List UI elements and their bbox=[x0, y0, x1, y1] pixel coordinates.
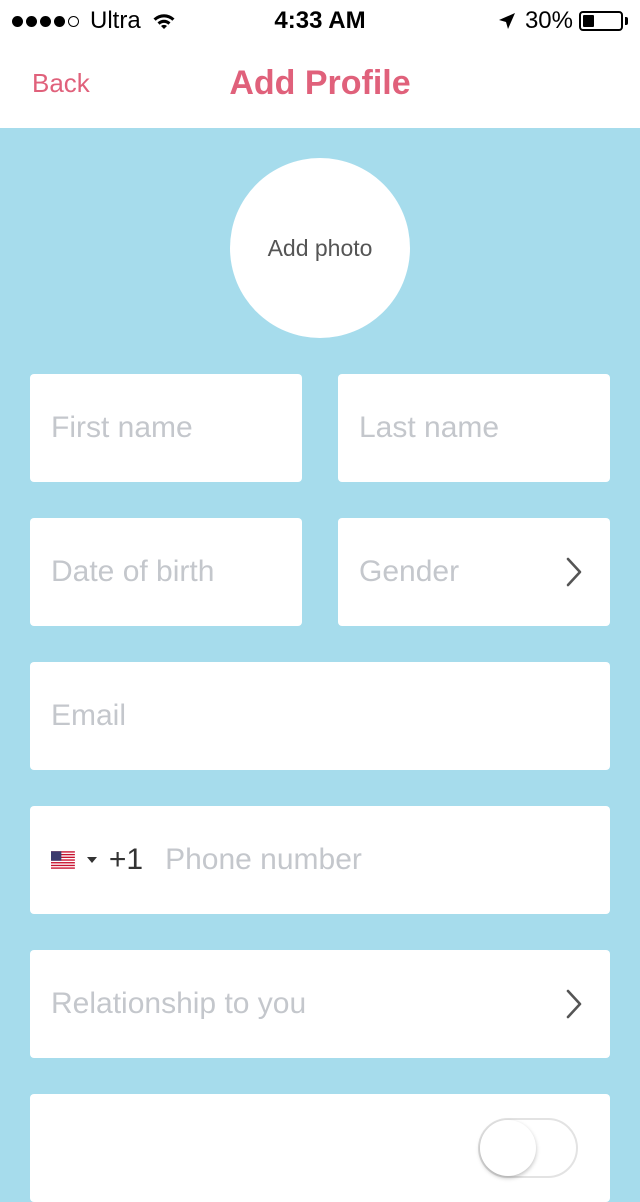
gender-selector[interactable]: Gender bbox=[338, 518, 610, 626]
date-of-birth-field[interactable] bbox=[30, 518, 302, 626]
chevron-right-icon bbox=[566, 557, 582, 587]
toggle-switch[interactable] bbox=[478, 1118, 578, 1178]
toggle-row bbox=[30, 1094, 610, 1202]
battery-icon bbox=[579, 11, 623, 31]
add-photo-button[interactable]: Add photo bbox=[230, 158, 410, 338]
status-right: 30% bbox=[497, 7, 628, 35]
last-name-field[interactable] bbox=[338, 374, 610, 482]
gender-placeholder: Gender bbox=[359, 555, 460, 588]
page-title: Add Profile bbox=[229, 64, 411, 102]
battery-fill bbox=[583, 15, 594, 27]
add-photo-label: Add photo bbox=[267, 234, 373, 261]
date-of-birth-input[interactable] bbox=[51, 555, 302, 589]
phone-number-input[interactable] bbox=[165, 843, 610, 877]
battery-percentage: 30% bbox=[524, 7, 573, 34]
email-field[interactable] bbox=[30, 662, 610, 770]
toggle-knob[interactable] bbox=[480, 1120, 536, 1176]
email-input[interactable] bbox=[51, 699, 610, 733]
caret-down-icon[interactable] bbox=[86, 857, 97, 863]
relationship-selector[interactable]: Relationship to you bbox=[30, 950, 610, 1058]
chevron-right-icon bbox=[566, 989, 582, 1019]
first-name-input[interactable] bbox=[51, 411, 302, 445]
us-flag-icon[interactable] bbox=[51, 849, 75, 871]
status-bar: Ultra 4:33 AM 30% bbox=[0, 0, 640, 40]
navigation-bar: Back Add Profile bbox=[0, 40, 640, 128]
first-name-field[interactable] bbox=[30, 374, 302, 482]
battery-tip bbox=[625, 17, 628, 25]
relationship-placeholder: Relationship to you bbox=[51, 987, 307, 1020]
last-name-input[interactable] bbox=[359, 411, 610, 445]
location-arrow-icon bbox=[498, 13, 515, 29]
country-code: +1 bbox=[108, 843, 144, 876]
phone-field[interactable]: +1 bbox=[30, 806, 610, 914]
